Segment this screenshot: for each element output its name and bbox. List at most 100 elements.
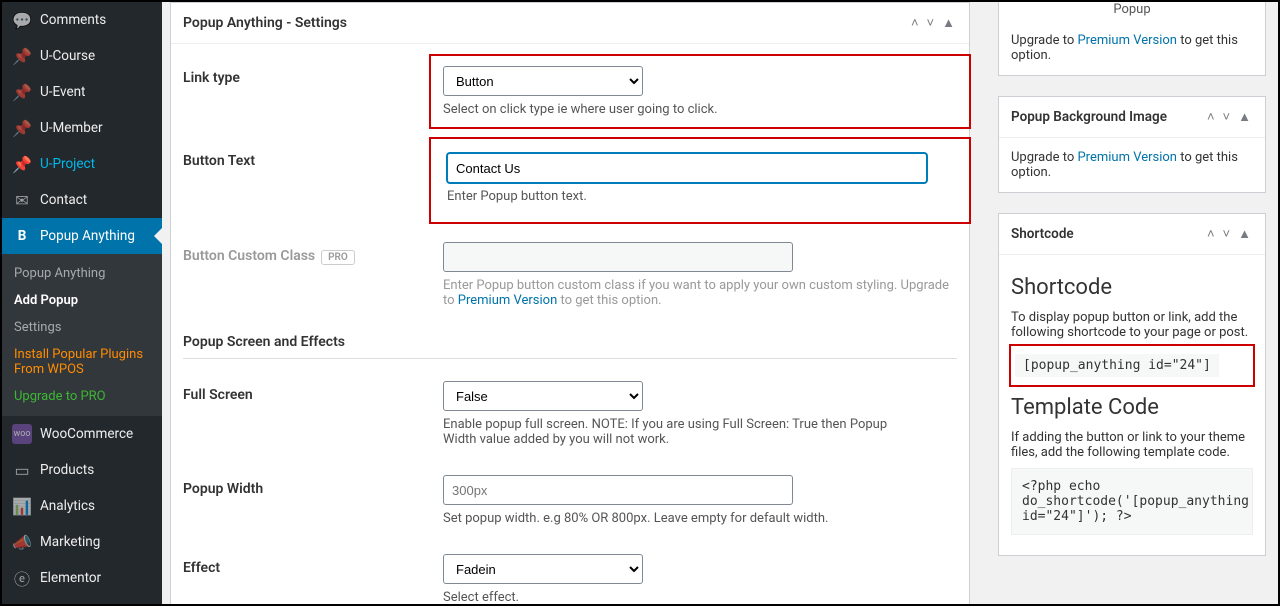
shortcode-desc: To display popup button or link, add the…	[1011, 310, 1253, 340]
panel-title: Popup Anything - Settings	[183, 15, 347, 31]
pin-icon: 📌	[12, 154, 32, 174]
link-premium[interactable]: Premium Version	[458, 293, 558, 308]
menu-label: Comments	[40, 12, 106, 28]
label-button-text: Button Text	[183, 147, 443, 169]
sidebar-item-contact[interactable]: ✉ Contact	[2, 182, 162, 218]
submenu: Popup Anything Add Popup Settings Instal…	[2, 254, 162, 416]
help-full-screen: Enable popup full screen. NOTE: If you a…	[443, 417, 903, 447]
menu-label: Products	[40, 462, 94, 478]
chevron-up-icon[interactable]: ˄	[1205, 224, 1217, 244]
menu-label: Contact	[40, 192, 87, 208]
menu-label: U-Event	[40, 84, 85, 100]
sidebar-item-woocommerce[interactable]: woo WooCommerce	[2, 416, 162, 452]
field-button-text: Button Text Enter Popup button text.	[183, 133, 957, 228]
collapse-icon[interactable]: ▲	[940, 13, 957, 33]
side-panel-shortcode: Shortcode ˄˅▲ Shortcode To display popup…	[998, 213, 1266, 556]
input-button-text[interactable]	[447, 153, 927, 183]
template-code-heading: Template Code	[1011, 395, 1253, 420]
menu-label: Marketing	[40, 534, 100, 550]
input-custom-class	[443, 242, 793, 272]
comment-icon: 💬	[12, 10, 32, 30]
section-screen-effects: Popup Screen and Effects	[183, 334, 957, 359]
sidebar-item-analytics[interactable]: 📊 Analytics	[2, 488, 162, 524]
help-effect: Select effect.	[443, 590, 957, 604]
submenu-settings[interactable]: Settings	[2, 314, 162, 341]
submenu-install-plugins[interactable]: Install Popular Plugins From WPOS	[2, 341, 162, 383]
side-panel-bg-title: Popup Background Image	[1011, 109, 1167, 125]
chevron-down-icon[interactable]: ˅	[1221, 107, 1233, 127]
link-premium[interactable]: Premium Version	[1077, 33, 1177, 48]
field-custom-class: Button Custom ClassPRO Enter Popup butto…	[183, 228, 957, 322]
submenu-upgrade-pro[interactable]: Upgrade to PRO	[2, 383, 162, 410]
label-custom-class: Button Custom ClassPRO	[183, 242, 443, 265]
pro-badge: PRO	[321, 250, 355, 265]
submenu-popup-anything[interactable]: Popup Anything	[2, 260, 162, 287]
analytics-icon: 📊	[12, 496, 32, 516]
sidebar-item-elementor[interactable]: ⓔElementor	[2, 560, 162, 596]
field-link-type: Link type Button Select on click type ie…	[183, 50, 957, 133]
side-panel-bg-image: Popup Background Image ˄˅▲ Upgrade to Pr…	[998, 96, 1266, 193]
submenu-add-popup[interactable]: Add Popup	[2, 287, 162, 314]
menu-label: Analytics	[40, 498, 95, 514]
label-popup-width: Popup Width	[183, 475, 443, 497]
menu-label: U-Project	[40, 156, 95, 172]
field-full-screen: Full Screen False Enable popup full scre…	[183, 367, 957, 461]
panel-header: Popup Anything - Settings ˄ ˅ ▲	[171, 3, 969, 44]
b-icon: B	[12, 226, 32, 246]
sidebar-item-popup-anything[interactable]: B Popup Anything	[2, 218, 162, 254]
collapse-icon[interactable]: ▲	[1236, 224, 1253, 244]
template-code-desc: If adding the button or link to your the…	[1011, 430, 1253, 460]
sidebar-item-marketing[interactable]: 📣 Marketing	[2, 524, 162, 560]
pin-icon: 📌	[12, 82, 32, 102]
sidebar-item-products[interactable]: ▭ Products	[2, 452, 162, 488]
settings-panel: Popup Anything - Settings ˄ ˅ ▲ Link typ…	[170, 2, 970, 604]
mail-icon: ✉	[12, 190, 32, 210]
shortcode-code[interactable]: [popup_anything id="24"]	[1015, 354, 1219, 377]
shortcode-highlight: [popup_anything id="24"]	[1009, 344, 1255, 387]
products-icon: ▭	[12, 460, 32, 480]
chevron-down-icon[interactable]: ˅	[925, 13, 937, 33]
sidebar-item-comments[interactable]: 💬 Comments	[2, 2, 162, 38]
side-panel-popup-body: Upgrade to Premium Version to get this o…	[999, 21, 1265, 75]
sidebar-item-umember[interactable]: 📌 U-Member	[2, 110, 162, 146]
input-popup-width[interactable]	[443, 475, 793, 505]
menu-label: U-Course	[40, 48, 95, 64]
help-popup-width: Set popup width. e.g 80% OR 800px. Leave…	[443, 511, 957, 526]
woo-icon: woo	[12, 424, 32, 444]
select-full-screen[interactable]: False	[443, 381, 643, 411]
menu-label: WooCommerce	[40, 426, 133, 442]
chevron-up-icon[interactable]: ˄	[909, 13, 921, 33]
help-button-text: Enter Popup button text.	[447, 189, 953, 204]
panel-tools: ˄ ˅ ▲	[909, 13, 957, 33]
field-effect: Effect Fadein Select effect.	[183, 540, 957, 604]
collapse-icon[interactable]: ▲	[1236, 107, 1253, 127]
side-panel-popup-title: Popup	[1113, 2, 1150, 17]
label-link-type: Link type	[183, 64, 443, 86]
help-link-type: Select on click type ie where user going…	[443, 102, 957, 117]
menu-label: Popup Anything	[40, 228, 135, 244]
pin-icon: 📌	[12, 118, 32, 138]
help-custom-class: Enter Popup button custom class if you w…	[443, 278, 957, 308]
side-panel-sc-title: Shortcode	[1011, 226, 1074, 242]
side-panel-bg-body: Upgrade to Premium Version to get this o…	[999, 138, 1265, 192]
chevron-down-icon[interactable]: ˅	[1221, 224, 1233, 244]
side-panel-popup: Popup Upgrade to Premium Version to get …	[998, 2, 1266, 76]
field-popup-width: Popup Width Set popup width. e.g 80% OR …	[183, 461, 957, 540]
menu-label: Elementor	[40, 570, 101, 586]
sidebar-item-uevent[interactable]: 📌 U-Event	[2, 74, 162, 110]
link-premium[interactable]: Premium Version	[1077, 150, 1177, 165]
admin-sidebar: 💬 Comments 📌 U-Course 📌 U-Event 📌 U-Member 📌…	[2, 2, 162, 604]
select-effect[interactable]: Fadein	[443, 554, 643, 584]
chevron-up-icon[interactable]: ˄	[1205, 107, 1217, 127]
sidebar-item-ucourse[interactable]: 📌 U-Course	[2, 38, 162, 74]
template-code[interactable]: <?php echo do_shortcode('[popup_anything…	[1011, 468, 1253, 535]
megaphone-icon: 📣	[12, 532, 32, 552]
menu-label: U-Member	[40, 120, 103, 136]
label-effect: Effect	[183, 554, 443, 576]
sidebar-item-uproject[interactable]: 📌 U-Project	[2, 146, 162, 182]
shortcode-heading: Shortcode	[1011, 275, 1253, 300]
main-content: Popup Anything - Settings ˄ ˅ ▲ Link typ…	[162, 2, 1278, 604]
select-link-type[interactable]: Button	[443, 66, 643, 96]
pin-icon: 📌	[12, 46, 32, 66]
label-full-screen: Full Screen	[183, 381, 443, 403]
